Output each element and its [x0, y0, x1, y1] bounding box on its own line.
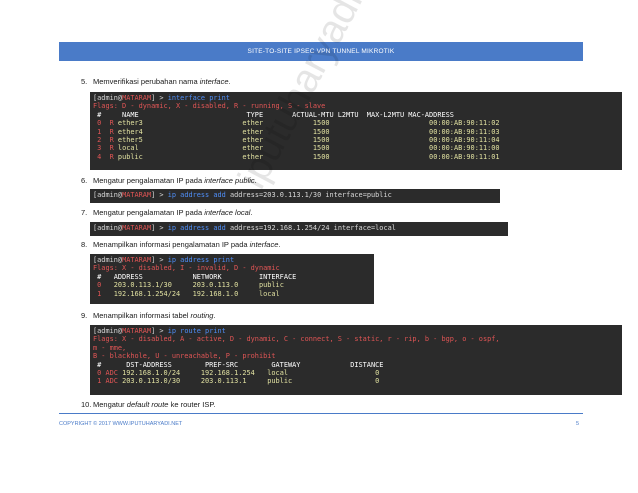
terminal-command: ip address add — [167, 191, 230, 199]
page-header-bar: SITE-TO-SITE IPSEC VPN TUNNEL MIKROTIK — [59, 42, 583, 61]
page-header-title: SITE-TO-SITE IPSEC VPN TUNNEL MIKROTIK — [247, 48, 395, 55]
step-text-after: . — [250, 208, 253, 217]
terminal-flags: m - mme, — [93, 343, 127, 352]
step-text-after: . — [228, 77, 231, 86]
step-number: 9. — [81, 311, 88, 320]
step-number: 7. — [81, 208, 88, 217]
terminal-command: interface print — [167, 94, 230, 102]
step-text: Mengatur — [93, 400, 127, 409]
terminal-flags: Flags: D - dynamic, X - disabled, R - ru… — [93, 102, 326, 111]
step-item: 8. Menampilkan informasi pengalamatan IP … — [81, 240, 281, 249]
terminal-row: 1 ADC 203.0.113.0/30 203.0.113.1 public … — [93, 377, 380, 386]
step-number: 6. — [81, 176, 88, 185]
step-item: 6. Mengatur pengalamatan IP pada interfac… — [81, 176, 257, 185]
terminal-command: ip address print — [167, 256, 235, 264]
terminal-row: 0 203.0.113.1/30 203.0.113.0 public — [93, 281, 284, 290]
terminal-prompt-line: [admin@MATARAM] > ip address add address… — [93, 224, 396, 232]
step-emphasis: default route — [126, 400, 169, 409]
step-item: 7. Mengatur pengalamatan IP pada interfac… — [81, 208, 253, 217]
terminal-table-header: # NAME TYPE ACTUAL-MTU L2MTU MAX-L2MTU M… — [93, 110, 454, 119]
terminal-args: address=192.168.1.254/24 interface=local — [229, 224, 396, 232]
step-text: Mengatur pengalamatan IP pada — [93, 176, 205, 185]
terminal-ip-add-local: [admin@MATARAM] > ip address add address… — [90, 222, 508, 236]
step-number: 8. — [81, 240, 88, 249]
page-number: 5 — [576, 421, 580, 427]
footer-divider — [59, 413, 583, 414]
terminal-ip-route-print: [admin@MATARAM] > ip route print Flags: … — [90, 325, 622, 395]
terminal-row: 2 R ether5 ether 1500 00:00:AB:90:11:04 — [93, 135, 500, 144]
step-emphasis: interface — [249, 240, 279, 249]
terminal-table-header: # DST-ADDRESS PREF-SRC GATEWAY DISTANCE — [93, 360, 384, 369]
terminal-prompt-line: [admin@MATARAM] > ip address print — [93, 256, 235, 264]
terminal-flags: Flags: X - disabled, A - active, D - dyn… — [93, 335, 500, 344]
step-item: 5. Memverifikasi perubahan nama interface… — [81, 77, 231, 86]
step-emphasis: interface — [199, 77, 229, 86]
terminal-row: 0 R ether3 ether 1500 00:00:AB:90:11:02 — [93, 119, 500, 128]
step-text-after: . — [278, 240, 281, 249]
terminal-flags: Flags: X - disabled, I - invalid, D - dy… — [93, 264, 280, 273]
step-emphasis: routing — [190, 311, 214, 320]
step-number: 5. — [81, 77, 88, 86]
terminal-row: 3 R local ether 1500 00:00:AB:90:11:00 — [93, 144, 500, 153]
terminal-row: 4 R public ether 1500 00:00:AB:90:11:01 — [93, 152, 500, 161]
step-text: Mengatur pengalamatan IP pada — [93, 208, 205, 217]
step-number: 10. — [81, 400, 92, 409]
terminal-row: 1 R ether4 ether 1500 00:00:AB:90:11:03 — [93, 127, 500, 136]
step-text: Menampilkan informasi pengalamatan IP pa… — [93, 240, 250, 249]
terminal-ip-address-print: [admin@MATARAM] > ip address print Flags… — [90, 254, 374, 304]
step-text-after: ke router ISP. — [168, 400, 216, 409]
terminal-command: ip address add — [167, 224, 230, 232]
terminal-interface-print: [admin@MATARAM] > interface print Flags:… — [90, 92, 622, 170]
terminal-row: 1 192.168.1.254/24 192.168.1.0 local — [93, 289, 280, 298]
terminal-prompt-line: [admin@MATARAM] > ip route print — [93, 327, 226, 335]
step-item: 10. Mengatur default route ke router ISP. — [81, 400, 215, 409]
step-emphasis: interface public — [204, 176, 255, 185]
step-item: 9. Menampilkan informasi tabel routing. — [81, 311, 216, 320]
step-text-after: . — [254, 176, 257, 185]
terminal-command: ip route print — [167, 327, 226, 335]
terminal-table-header: # ADDRESS NETWORK INTERFACE — [93, 272, 297, 281]
terminal-row: 0 ADC 192.168.1.0/24 192.168.1.254 local… — [93, 368, 380, 377]
terminal-args: address=203.0.113.1/30 interface=public — [229, 191, 392, 199]
terminal-prompt-line: [admin@MATARAM] > interface print — [93, 94, 230, 102]
terminal-flags: B - blackhole, U - unreachable, P - proh… — [93, 352, 276, 361]
step-emphasis: interface local — [204, 208, 251, 217]
terminal-ip-add-public: [admin@MATARAM] > ip address add address… — [90, 189, 500, 203]
step-text-after: . — [213, 311, 216, 320]
step-text: Menampilkan informasi tabel — [93, 311, 191, 320]
step-text: Memverifikasi perubahan nama — [93, 77, 200, 86]
terminal-prompt-line: [admin@MATARAM] > ip address add address… — [93, 191, 392, 199]
footer-copyright: COPYRIGHT © 2017 WWW.IPUTUHARYADI.NET — [59, 421, 183, 427]
